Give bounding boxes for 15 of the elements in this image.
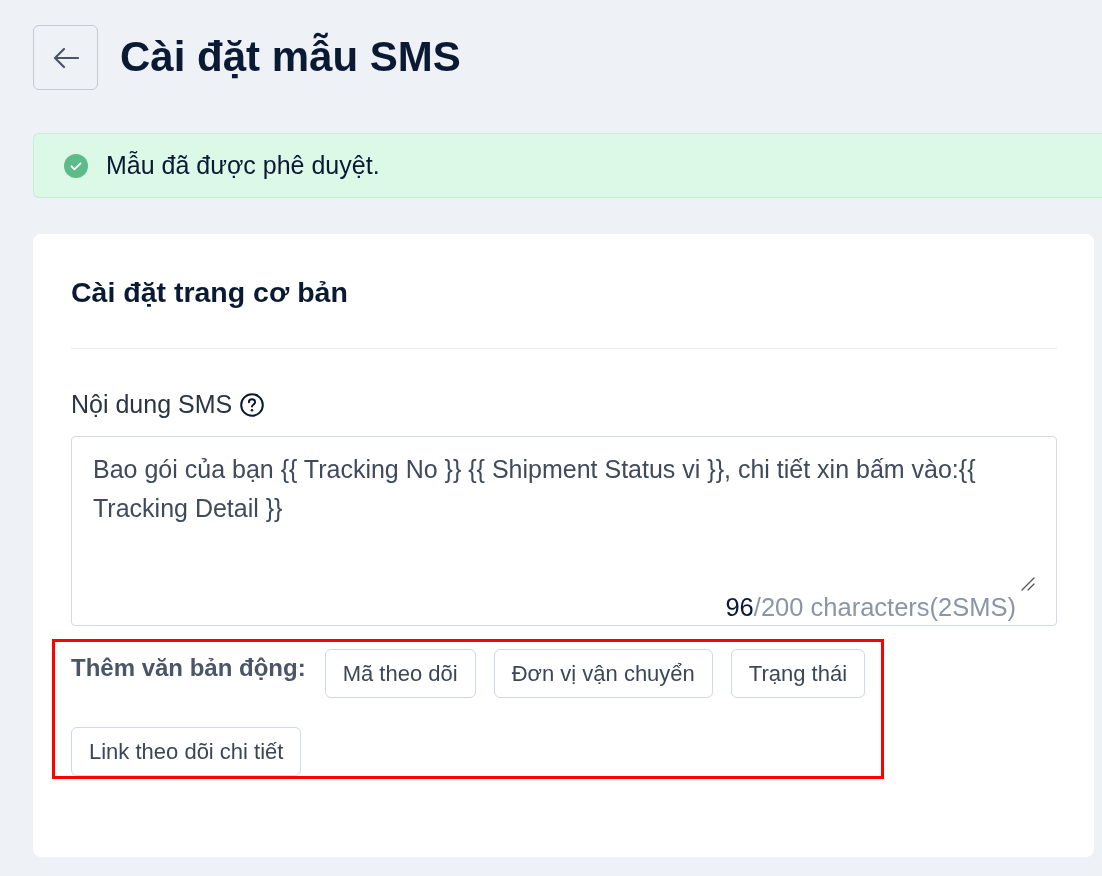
back-button[interactable] <box>33 25 98 90</box>
character-counter: 96/200 characters(2SMS) <box>725 592 1016 623</box>
dynamic-text-label: Thêm văn bản động: <box>71 653 306 683</box>
insert-variable-button[interactable]: Link theo dõi chi tiết <box>71 727 302 776</box>
insert-variable-button[interactable]: Đơn vị vận chuyển <box>493 649 713 698</box>
insert-variable-button[interactable]: Mã theo dõi <box>324 649 476 698</box>
alert-message: Mẫu đã được phê duyệt. <box>106 149 380 181</box>
back-arrow-icon <box>52 46 79 69</box>
insert-variable-button[interactable]: Trạng thái <box>730 649 866 698</box>
resize-grip-icon[interactable] <box>1021 577 1035 591</box>
help-icon[interactable] <box>240 392 265 417</box>
card-title: Cài đặt trang cơ bản <box>71 271 1057 349</box>
check-circle-icon <box>64 153 88 178</box>
page-title: Cài đặt mẫu SMS <box>120 32 461 83</box>
sms-content-label: Nội dung SMS <box>71 389 233 420</box>
